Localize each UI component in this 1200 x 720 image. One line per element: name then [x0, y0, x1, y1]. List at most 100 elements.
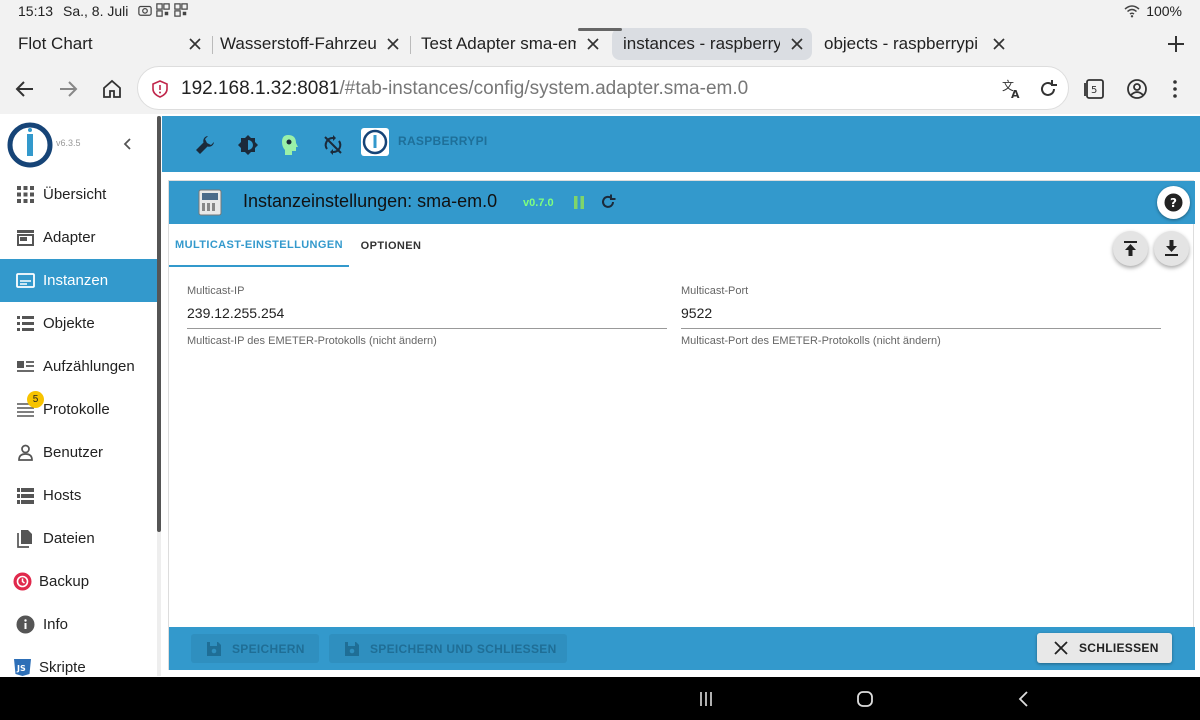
- sidebar-item-label: Adapter: [43, 229, 96, 246]
- download-settings-button[interactable]: [1154, 231, 1189, 266]
- sidebar-item-objekte[interactable]: Objekte: [0, 302, 157, 345]
- home-icon[interactable]: [100, 77, 124, 101]
- tab-label: MULTICAST-EINSTELLUNGEN: [175, 239, 343, 251]
- main-toolbar: RASPBERRYPI: [162, 116, 1200, 172]
- forward-arrow-icon[interactable]: [56, 77, 80, 101]
- sidebar-item-aufzaehlungen[interactable]: Aufzählungen: [0, 345, 157, 388]
- pause-icon[interactable]: [572, 195, 586, 210]
- status-time: 15:13: [18, 3, 54, 19]
- sidebar-scrollbar[interactable]: [157, 116, 161, 676]
- sidebar-item-backup[interactable]: Backup: [0, 560, 157, 603]
- tab-label: instances - raspberrypi: [623, 34, 780, 53]
- sidebar-item-adapter[interactable]: Adapter: [0, 216, 157, 259]
- svg-text:A: A: [1011, 88, 1020, 100]
- tab-switcher-icon[interactable]: 5: [1082, 77, 1106, 101]
- close-button[interactable]: SCHLIESSEN: [1037, 633, 1172, 663]
- panel-footer: SPEICHERN SPEICHERN UND SCHLIESSEN SCHLI…: [169, 627, 1195, 670]
- sidebar-item-label: Skripte: [39, 659, 86, 676]
- scrollbar-thumb[interactable]: [157, 116, 161, 532]
- status-right: 100%: [1124, 3, 1182, 19]
- sidebar-item-benutzer[interactable]: Benutzer: [0, 431, 157, 474]
- multicast-ip-input[interactable]: 239.12.255.254: [187, 305, 667, 329]
- wifi-icon: [1124, 5, 1140, 18]
- panel-header: Instanzeinstellungen: sma-em.0 v0.7.0 ?: [169, 181, 1195, 224]
- tab-wasserstoff[interactable]: Wasserstoff-Fahrzeug: [212, 28, 408, 60]
- shield-warning-icon[interactable]: [152, 80, 168, 98]
- save-button[interactable]: SPEICHERN: [191, 634, 319, 663]
- multicast-port-field[interactable]: Multicast-Port 9522 Multicast-Port des E…: [681, 285, 1161, 355]
- back-arrow-icon[interactable]: [13, 77, 37, 101]
- save-label: SPEICHERN: [232, 641, 305, 656]
- restart-icon[interactable]: [599, 193, 617, 211]
- field-help: Multicast-IP des EMETER-Protokolls (nich…: [187, 335, 437, 347]
- close-icon[interactable]: [990, 35, 1008, 53]
- multicast-ip-field[interactable]: Multicast-IP 239.12.255.254 Multicast-IP…: [187, 285, 667, 355]
- close-icon[interactable]: [788, 35, 806, 53]
- tab-multicast-settings[interactable]: MULTICAST-EINSTELLUNGEN: [169, 225, 349, 267]
- theme-icon[interactable]: [237, 134, 259, 156]
- url-bar[interactable]: 192.168.1.32:8081/#tab-instances/config/…: [137, 66, 1069, 110]
- list-icon: [17, 316, 34, 331]
- qr-notification-icon: [156, 3, 170, 17]
- sidebar-item-label: Info: [43, 616, 69, 633]
- sidebar-item-label: Übersicht: [43, 186, 107, 203]
- menu-dots-icon[interactable]: [1163, 77, 1187, 101]
- field-help: Multicast-Port des EMETER-Protokolls (ni…: [681, 335, 941, 347]
- sidebar-item-protokolle[interactable]: 5 Protokolle: [0, 388, 157, 431]
- sidebar-item-dateien[interactable]: Dateien: [0, 517, 157, 560]
- save-and-close-button[interactable]: SPEICHERN UND SCHLIESSEN: [329, 634, 567, 663]
- close-icon: [1054, 641, 1068, 655]
- sync-off-icon[interactable]: [322, 134, 344, 156]
- back-button-icon[interactable]: [1014, 689, 1034, 709]
- browser-tab-strip: Flot Chart Wasserstoff-Fahrzeug Test Ada…: [0, 22, 1200, 64]
- expert-mode-icon[interactable]: [279, 134, 301, 156]
- url-host: 192.168.1.32:8081: [181, 78, 340, 99]
- wrench-icon[interactable]: [194, 134, 216, 156]
- svg-text:JS: JS: [16, 664, 26, 673]
- info-icon: [16, 615, 35, 634]
- grid-icon: [17, 186, 34, 203]
- url-text[interactable]: 192.168.1.32:8081/#tab-instances/config/…: [181, 78, 748, 100]
- reload-icon[interactable]: [1037, 78, 1059, 100]
- tab-label: objects - raspberrypi: [824, 34, 979, 53]
- close-icon[interactable]: [186, 35, 204, 53]
- tab-options[interactable]: OPTIONEN: [349, 225, 433, 267]
- sidebar-item-info[interactable]: Info: [0, 603, 157, 646]
- sidebar-item-label: Backup: [39, 573, 90, 590]
- svg-text:?: ?: [1170, 196, 1177, 210]
- tab-test-adapter[interactable]: Test Adapter sma-em: [412, 28, 608, 60]
- sidebar-item-label: Instanzen: [43, 272, 109, 289]
- multicast-port-input[interactable]: 9522: [681, 305, 1161, 329]
- help-icon: ?: [1164, 193, 1183, 212]
- close-icon[interactable]: [384, 35, 402, 53]
- recent-apps-icon[interactable]: [696, 689, 716, 709]
- help-button[interactable]: ?: [1157, 186, 1190, 219]
- iobroker-logo[interactable]: [7, 122, 53, 168]
- qr-notification-icon-2: [174, 3, 188, 17]
- sidebar-item-hosts[interactable]: Hosts: [0, 474, 157, 517]
- save-close-label: SPEICHERN UND SCHLIESSEN: [370, 641, 557, 656]
- close-icon[interactable]: [584, 35, 602, 53]
- translate-icon[interactable]: 文A: [1001, 78, 1023, 100]
- home-button-icon[interactable]: [855, 689, 875, 709]
- tab-label: OPTIONEN: [360, 240, 422, 252]
- new-tab-plus-icon[interactable]: [1166, 34, 1186, 54]
- sidebar-item-instanzen[interactable]: Instanzen: [0, 259, 157, 302]
- user-icon: [18, 444, 33, 461]
- field-label: Multicast-IP: [187, 285, 245, 297]
- upload-settings-button[interactable]: [1113, 231, 1148, 266]
- tab-label: Wasserstoff-Fahrzeug: [220, 34, 376, 53]
- tab-instances[interactable]: instances - raspberrypi: [612, 28, 812, 60]
- tab-objects[interactable]: objects - raspberrypi: [814, 28, 1014, 60]
- adapter-version: v0.7.0: [523, 197, 554, 209]
- sidebar-item-uebersicht[interactable]: Übersicht: [0, 173, 157, 216]
- floppy-disk-icon: [207, 641, 221, 656]
- chevron-left-icon[interactable]: [120, 136, 136, 152]
- sidebar-item-skripte[interactable]: JS Skripte: [0, 646, 157, 676]
- sidebar: v6.3.5 Übersicht Adapter Instanzen Objek…: [0, 116, 157, 676]
- tab-count: 5: [1091, 85, 1097, 96]
- tab-flot-chart[interactable]: Flot Chart: [10, 28, 210, 60]
- account-icon[interactable]: [1125, 77, 1149, 101]
- sidebar-item-label: Objekte: [43, 315, 95, 332]
- instances-icon: [16, 273, 35, 288]
